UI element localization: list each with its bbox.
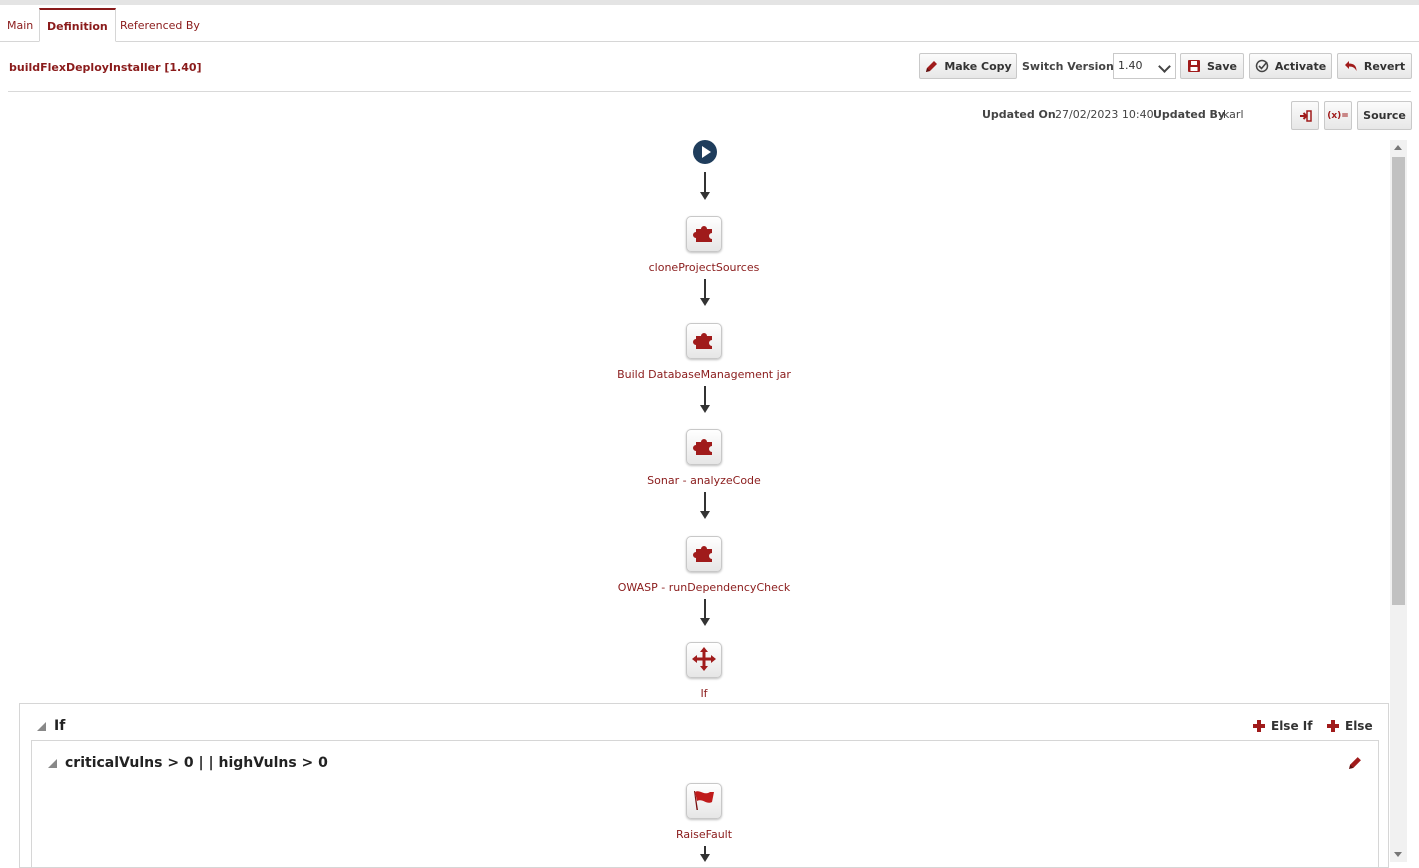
version-select-value: 1.40	[1118, 59, 1143, 72]
switch-version-label: Switch Version	[1022, 60, 1114, 73]
updated-on-label: Updated On	[982, 108, 1056, 121]
variables-label: (x)=	[1327, 110, 1349, 121]
source-button[interactable]: Source	[1357, 101, 1412, 130]
revert-button[interactable]: Revert	[1337, 53, 1412, 79]
puzzle-icon	[692, 434, 716, 461]
sign-in-icon	[1298, 109, 1312, 123]
else-if-label: Else If	[1271, 719, 1313, 733]
edit-pencil-icon[interactable]	[1348, 756, 1362, 773]
condition-expression: criticalVulns > 0 | | highVulns > 0	[65, 755, 328, 771]
make-copy-button[interactable]: Make Copy	[919, 53, 1017, 79]
tab-referenced-by[interactable]: Referenced By	[113, 8, 207, 40]
version-select[interactable]: 1.40	[1113, 53, 1176, 79]
step-node-build-database-management-jar[interactable]	[686, 323, 722, 359]
activate-button[interactable]: Activate	[1249, 53, 1332, 79]
step-label: OWASP - runDependencyCheck	[617, 581, 791, 594]
tab-main[interactable]: Main	[0, 8, 40, 40]
step-label: RaiseFault	[675, 828, 733, 841]
step-node-raise-fault[interactable]	[686, 783, 722, 819]
step-label: cloneProjectSources	[648, 261, 760, 274]
revert-label: Revert	[1363, 59, 1406, 73]
flow-arrow	[700, 172, 710, 200]
flow-arrow	[700, 492, 710, 519]
pencil-icon	[924, 59, 938, 73]
scroll-down-arrow-icon[interactable]	[1394, 852, 1402, 857]
collapse-triangle-icon[interactable]	[37, 722, 46, 731]
tab-definition[interactable]: Definition	[39, 8, 116, 42]
save-label: Save	[1207, 59, 1237, 73]
flow-arrow	[700, 599, 710, 626]
chevron-down-icon	[1158, 60, 1171, 73]
step-node-owasp-run-dependency-check[interactable]	[686, 536, 722, 572]
make-copy-label: Make Copy	[944, 59, 1012, 73]
updated-by-label: Updated By	[1153, 108, 1226, 121]
branch-arrows-icon	[691, 646, 717, 675]
activate-label: Activate	[1274, 59, 1327, 73]
vertical-scrollbar[interactable]	[1390, 140, 1407, 862]
undo-arrow-icon	[1344, 59, 1358, 73]
flag-icon	[691, 788, 717, 815]
save-button[interactable]: Save	[1180, 53, 1244, 79]
play-icon	[702, 146, 711, 158]
step-node-clone-project-sources[interactable]	[686, 216, 722, 252]
page-title: buildFlexDeployInstaller [1.40]	[9, 61, 202, 74]
collapse-triangle-icon[interactable]	[48, 759, 57, 768]
add-else-button[interactable]: Else	[1327, 719, 1373, 733]
step-label: If	[700, 687, 708, 700]
import-button[interactable]	[1291, 101, 1319, 130]
scrollbar-thumb[interactable]	[1392, 157, 1405, 605]
if-block-title: If	[54, 718, 66, 734]
flow-arrow	[700, 846, 710, 862]
plus-icon	[1327, 720, 1339, 732]
start-node[interactable]	[693, 140, 717, 164]
top-strip	[0, 0, 1419, 5]
flow-arrow	[700, 279, 710, 306]
puzzle-icon	[692, 328, 716, 355]
step-node-sonar-analyze-code[interactable]	[686, 429, 722, 465]
add-else-if-button[interactable]: Else If	[1253, 719, 1312, 733]
puzzle-icon	[692, 541, 716, 568]
flow-arrow	[700, 386, 710, 413]
floppy-disk-icon	[1187, 59, 1201, 73]
updated-on-value: 27/02/2023 10:40	[1055, 108, 1154, 121]
updated-by-value: karl	[1223, 108, 1244, 121]
else-label: Else	[1345, 719, 1373, 733]
plus-icon	[1253, 720, 1265, 732]
puzzle-icon	[692, 221, 716, 248]
check-circle-icon	[1255, 59, 1269, 73]
step-label: Sonar - analyzeCode	[647, 474, 761, 487]
header-divider	[8, 91, 1411, 92]
step-node-if[interactable]	[686, 642, 722, 678]
step-label: Build DatabaseManagement jar	[617, 368, 791, 381]
variables-button[interactable]: (x)=	[1324, 101, 1352, 130]
tab-bar: Main Definition Referenced By	[0, 8, 1419, 42]
scroll-up-arrow-icon[interactable]	[1394, 145, 1402, 150]
source-label: Source	[1363, 109, 1406, 122]
